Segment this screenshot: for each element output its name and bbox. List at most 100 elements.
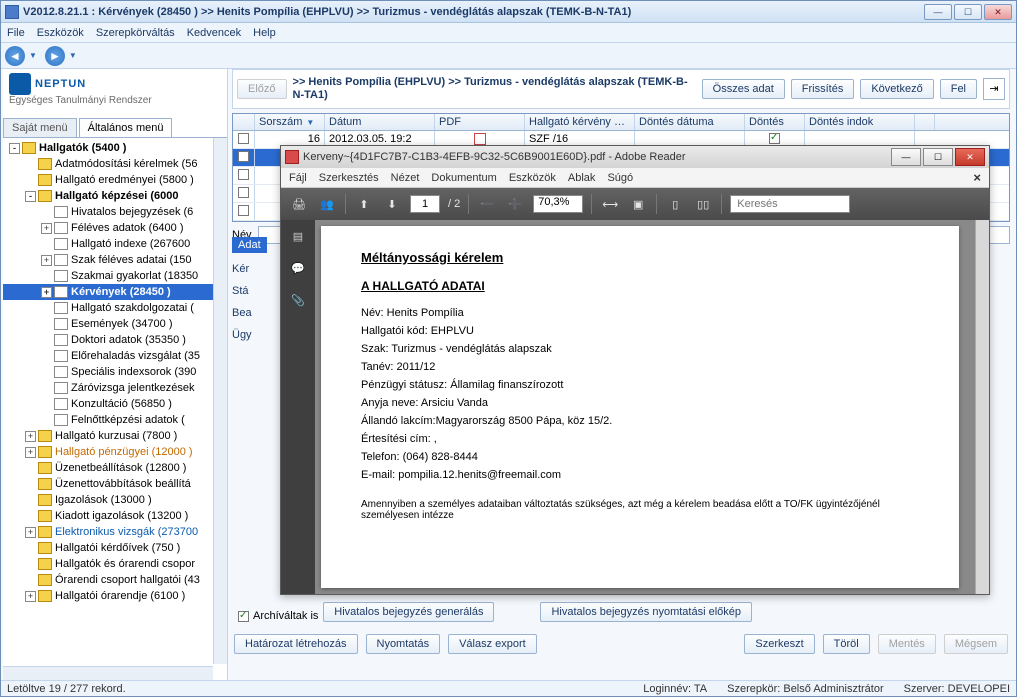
tree-expand-icon[interactable] xyxy=(25,559,36,570)
tree-item[interactable]: Hallgatók és órarendi csopor xyxy=(3,556,227,572)
tree-item[interactable]: Események (34700 ) xyxy=(3,316,227,332)
cancel-button[interactable]: Mégsem xyxy=(944,634,1008,654)
minimize-button[interactable]: — xyxy=(924,4,952,20)
tree-expand-icon[interactable]: + xyxy=(41,255,52,266)
pdf-close-button[interactable]: ✕ xyxy=(955,148,985,166)
tree-item[interactable]: Kiadott igazolások (13200 ) xyxy=(3,508,227,524)
tree-expand-icon[interactable]: + xyxy=(25,447,36,458)
tree-expand-icon[interactable] xyxy=(41,367,52,378)
tree-item[interactable]: +Hallgató pénzügyei (12000 ) xyxy=(3,444,227,460)
collab-icon[interactable]: 👥 xyxy=(317,194,337,214)
tree-item[interactable]: Speciális indexsorok (390 xyxy=(3,364,227,380)
pages-panel-icon[interactable]: ▤ xyxy=(289,230,307,248)
pdf-doc-close-icon[interactable]: × xyxy=(973,170,981,185)
tab-general-menu[interactable]: Általános menü xyxy=(79,118,173,137)
attachments-panel-icon[interactable]: 📎 xyxy=(289,294,307,312)
tree-expand-icon[interactable]: + xyxy=(25,527,36,538)
tree-item[interactable]: Felnőttképzési adatok ( xyxy=(3,412,227,428)
tree-item[interactable]: Igazolások (13000 ) xyxy=(3,492,227,508)
nav-forward-dropdown[interactable]: ▼ xyxy=(69,51,77,60)
menu-help[interactable]: Help xyxy=(253,27,276,39)
tree-item[interactable]: +Kérvények (28450 ) xyxy=(3,284,227,300)
tree-scrollbar-v[interactable] xyxy=(213,138,227,664)
menu-favorites[interactable]: Kedvencek xyxy=(187,27,241,39)
grid-header-cell[interactable]: Sorszám xyxy=(255,114,325,130)
gen-official-entry-button[interactable]: Hivatalos bejegyzés generálás xyxy=(323,602,494,622)
row-checkbox[interactable] xyxy=(238,169,249,180)
all-data-button[interactable]: Összes adat xyxy=(702,79,785,99)
nav-tree[interactable]: -Hallgatók (5400 )Adatmódosítási kérelme… xyxy=(3,138,227,680)
save-button[interactable]: Mentés xyxy=(878,634,936,654)
page-up-icon[interactable]: ⬆ xyxy=(354,194,374,214)
tree-item[interactable]: Doktori adatok (35350 ) xyxy=(3,332,227,348)
grid-header-cell[interactable]: PDF xyxy=(435,114,525,130)
tree-item[interactable]: Adatmódosítási kérelmek (56 xyxy=(3,156,227,172)
tree-item[interactable]: Hallgató indexe (267600 xyxy=(3,236,227,252)
pdf-minimize-button[interactable]: — xyxy=(891,148,921,166)
prev-button[interactable]: Előző xyxy=(237,79,287,99)
row-checkbox[interactable] xyxy=(238,205,249,216)
grid-header-cell[interactable]: Hallgató kérvény … xyxy=(525,114,635,130)
print-preview-button[interactable]: Hivatalos bejegyzés nyomtatási előkép xyxy=(540,602,752,622)
tree-item[interactable]: Hallgató szakdolgozatai ( xyxy=(3,300,227,316)
grid-header-cell[interactable] xyxy=(233,114,255,130)
edit-button[interactable]: Szerkeszt xyxy=(744,634,814,654)
tree-item[interactable]: +Hallgató kurzusai (7800 ) xyxy=(3,428,227,444)
tree-expand-icon[interactable] xyxy=(41,271,52,282)
pdf-icon[interactable] xyxy=(474,133,486,145)
tree-expand-icon[interactable] xyxy=(41,383,52,394)
tree-expand-icon[interactable]: - xyxy=(25,191,36,202)
row-checkbox[interactable] xyxy=(238,133,249,144)
fit-width-icon[interactable]: ⟷ xyxy=(600,194,620,214)
tree-expand-icon[interactable]: + xyxy=(41,287,52,298)
grid-header-cell[interactable]: Dátum xyxy=(325,114,435,130)
tree-item[interactable]: Hallgató eredményei (5800 ) xyxy=(3,172,227,188)
menu-file[interactable]: File xyxy=(7,27,25,39)
tree-expand-icon[interactable] xyxy=(25,511,36,522)
zoom-level[interactable]: 70,3% xyxy=(533,195,583,213)
zoom-in-icon[interactable]: ➕ xyxy=(505,194,525,214)
pdf-maximize-button[interactable]: ☐ xyxy=(923,148,953,166)
up-button[interactable]: Fel xyxy=(940,79,977,99)
pdf-scrollbar-v[interactable] xyxy=(975,220,989,594)
pdf-menu-tools[interactable]: Eszközök xyxy=(509,172,556,184)
pin-icon[interactable]: ⇥ xyxy=(983,78,1005,100)
tree-item[interactable]: Üzenettovábbítások beállítá xyxy=(3,476,227,492)
print-button[interactable]: Nyomtatás xyxy=(366,634,441,654)
menu-tools[interactable]: Eszközök xyxy=(37,27,84,39)
tree-item[interactable]: +Hallgatói órarendje (6100 ) xyxy=(3,588,227,604)
print-icon[interactable]: 🖨 xyxy=(289,194,309,214)
grid-header-cell[interactable]: Döntés dátuma xyxy=(635,114,745,130)
tree-item[interactable]: Konzultáció (56850 ) xyxy=(3,396,227,412)
pdf-menu-window[interactable]: Ablak xyxy=(568,172,596,184)
tree-expand-icon[interactable] xyxy=(25,543,36,554)
grid-header-cell[interactable]: Döntés indok xyxy=(805,114,915,130)
tree-expand-icon[interactable] xyxy=(25,175,36,186)
menu-rolechange[interactable]: Szerepkörváltás xyxy=(96,27,175,39)
tree-expand-icon[interactable] xyxy=(41,335,52,346)
tree-expand-icon[interactable] xyxy=(41,399,52,410)
detail-tab-adat[interactable]: Adat xyxy=(232,237,267,253)
single-page-icon[interactable]: ▯ xyxy=(665,194,685,214)
tree-item[interactable]: Szakmai gyakorlat (18350 xyxy=(3,268,227,284)
nav-back-dropdown[interactable]: ▼ xyxy=(29,51,37,60)
tree-expand-icon[interactable] xyxy=(41,239,52,250)
tree-expand-icon[interactable] xyxy=(25,159,36,170)
tree-expand-icon[interactable] xyxy=(25,479,36,490)
tree-expand-icon[interactable]: + xyxy=(41,223,52,234)
tree-expand-icon[interactable] xyxy=(41,351,52,362)
tree-item[interactable]: -Hallgató képzései (6000 xyxy=(3,188,227,204)
zoom-out-icon[interactable]: ➖ xyxy=(477,194,497,214)
tree-expand-icon[interactable] xyxy=(25,463,36,474)
next-button[interactable]: Következő xyxy=(860,79,933,99)
tree-scrollbar-h[interactable] xyxy=(3,666,213,680)
pdf-page-view[interactable]: Méltányossági kérelem A HALLGATÓ ADATAI … xyxy=(321,226,959,588)
tree-item[interactable]: Előrehaladás vizsgálat (35 xyxy=(3,348,227,364)
close-button[interactable]: ✕ xyxy=(984,4,1012,20)
nav-forward-button[interactable]: ► xyxy=(45,46,65,66)
page-down-icon[interactable]: ⬇ xyxy=(382,194,402,214)
tree-item[interactable]: Hallgatói kérdőívek (750 ) xyxy=(3,540,227,556)
refresh-button[interactable]: Frissítés xyxy=(791,79,855,99)
tree-expand-icon[interactable] xyxy=(41,303,52,314)
answer-export-button[interactable]: Válasz export xyxy=(448,634,537,654)
